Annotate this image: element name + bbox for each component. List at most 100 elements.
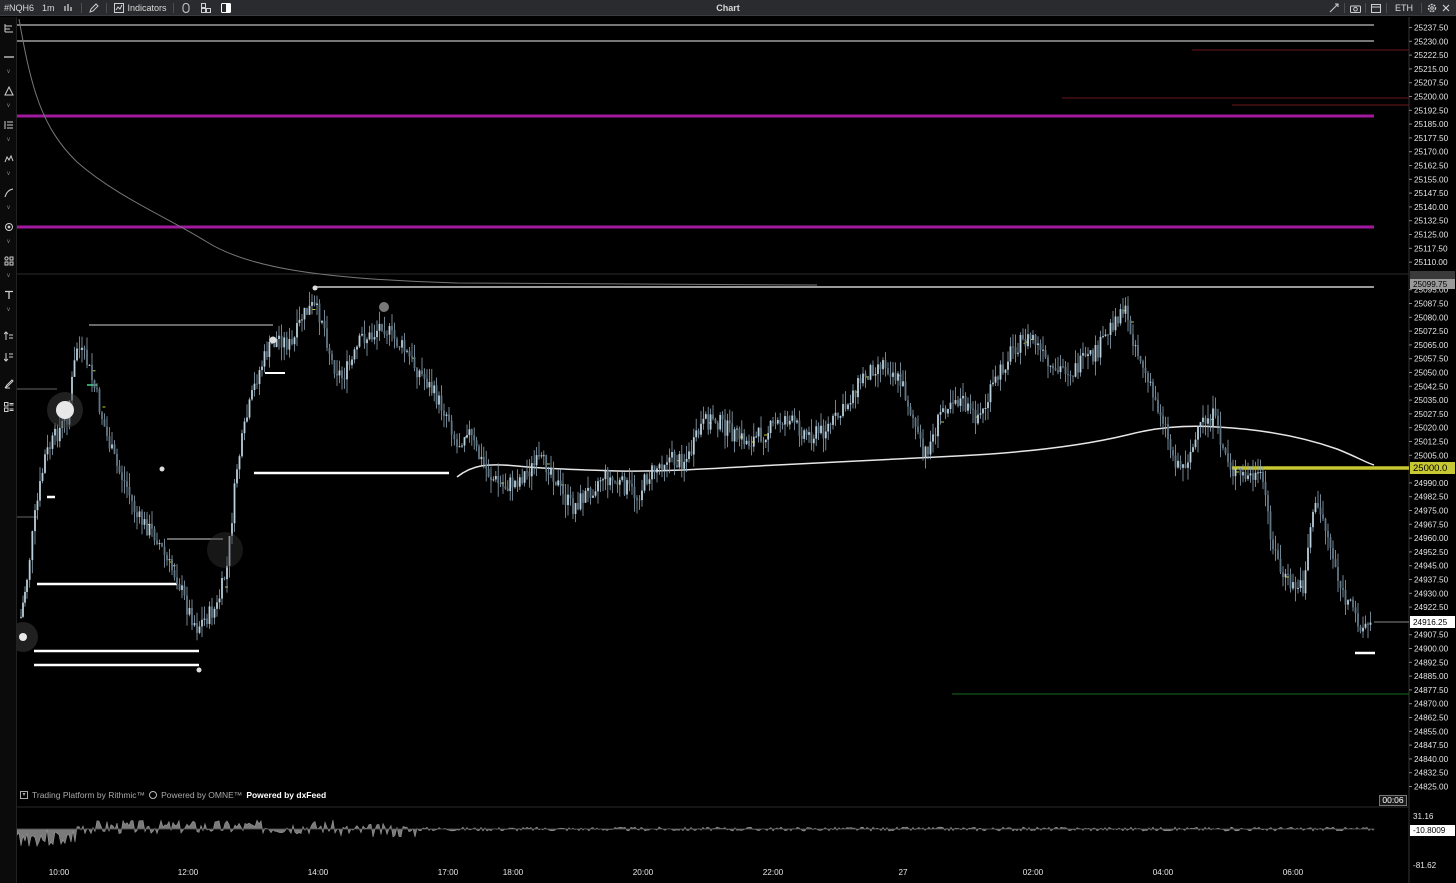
candle-body bbox=[461, 445, 463, 447]
candle-body bbox=[934, 434, 937, 437]
chevron-down-icon[interactable]: v bbox=[4, 239, 13, 245]
candle-body bbox=[967, 403, 969, 411]
drawing-tools-button[interactable] bbox=[84, 0, 104, 16]
candle-body bbox=[251, 390, 253, 400]
candle-body bbox=[435, 385, 438, 405]
layout-button[interactable] bbox=[196, 0, 216, 16]
chevron-down-icon[interactable]: v bbox=[4, 307, 13, 313]
candle-body bbox=[864, 373, 867, 377]
candle-body bbox=[208, 606, 211, 624]
candle-body bbox=[1299, 580, 1302, 588]
candle-body bbox=[456, 439, 458, 447]
candle-body bbox=[889, 373, 892, 377]
candle-body bbox=[1344, 589, 1347, 605]
candle-body bbox=[907, 400, 909, 407]
candle-body bbox=[902, 381, 904, 387]
candle-body bbox=[621, 476, 624, 480]
candle-body bbox=[567, 494, 569, 506]
candle-body bbox=[41, 472, 44, 482]
chevron-down-icon[interactable]: v bbox=[4, 205, 13, 211]
candle-body bbox=[688, 451, 690, 459]
large-trade-bubble[interactable] bbox=[56, 401, 74, 419]
chevron-down-icon[interactable]: v bbox=[4, 103, 13, 109]
candle-body bbox=[1009, 346, 1012, 362]
text-tool-button[interactable] bbox=[1, 288, 16, 301]
candle-body bbox=[932, 434, 934, 442]
candle-body bbox=[306, 307, 308, 315]
candle-body bbox=[398, 346, 401, 348]
replay-button[interactable] bbox=[176, 0, 196, 16]
calendar-icon[interactable] bbox=[1370, 2, 1382, 14]
candle-body bbox=[463, 437, 466, 446]
candle-body bbox=[1119, 309, 1122, 324]
camera-icon[interactable] bbox=[1349, 2, 1361, 14]
large-trade-bubble[interactable] bbox=[207, 532, 243, 568]
shapes-tool-button[interactable] bbox=[1, 254, 16, 267]
chart-type-button[interactable] bbox=[59, 0, 79, 16]
candle-body bbox=[847, 404, 849, 409]
candle-body bbox=[779, 419, 782, 424]
chevron-down-icon[interactable]: v bbox=[4, 69, 13, 75]
chevron-down-icon[interactable]: v bbox=[4, 137, 13, 143]
curve-tool-button[interactable] bbox=[1, 186, 16, 199]
candle-body bbox=[283, 337, 286, 348]
oscillator-max-label: 31.16 bbox=[1413, 812, 1434, 821]
candle-body bbox=[22, 602, 24, 617]
price-axis-label: 24922.50 bbox=[1414, 603, 1449, 612]
panel-toggle-button[interactable] bbox=[216, 0, 236, 16]
candle-body bbox=[116, 453, 118, 466]
close-icon[interactable] bbox=[1440, 2, 1452, 14]
short-position-button[interactable] bbox=[1, 350, 16, 363]
price-axis-label: 25170.00 bbox=[1414, 148, 1449, 157]
candle-body bbox=[810, 432, 813, 444]
candle-body bbox=[1142, 361, 1144, 368]
price-axis-label: 25222.50 bbox=[1414, 51, 1449, 60]
candle-body bbox=[882, 360, 884, 370]
candle-body bbox=[874, 373, 877, 376]
brush-tool-button[interactable] bbox=[1, 377, 16, 390]
candle-body bbox=[633, 486, 636, 499]
candle-body bbox=[418, 370, 421, 378]
candle-body bbox=[450, 420, 453, 435]
fib-tool-button[interactable] bbox=[1, 118, 16, 131]
trade-dot bbox=[196, 667, 202, 673]
indicators-button[interactable]: Indicators bbox=[109, 0, 171, 16]
candle-body bbox=[1234, 468, 1237, 477]
large-trade-bubble[interactable] bbox=[379, 302, 389, 312]
magnet-tool-button[interactable] bbox=[1, 220, 16, 233]
long-position-button[interactable] bbox=[1, 329, 16, 342]
candle-body bbox=[892, 372, 894, 377]
candle-body bbox=[937, 414, 939, 437]
session-selector[interactable]: ETH bbox=[1391, 0, 1417, 16]
candle-body bbox=[1247, 475, 1249, 479]
cursor-tool-icon bbox=[4, 23, 13, 32]
candle-body bbox=[1237, 468, 1239, 470]
symbol-selector[interactable]: #NQH6 bbox=[0, 0, 38, 16]
candle-body bbox=[726, 420, 729, 436]
price-chart[interactable]: 25237.50 25230.00 25222.50 25215.00 25207.50… bbox=[17, 17, 1456, 883]
cursor-tool-button[interactable] bbox=[1, 21, 16, 34]
chevron-down-icon[interactable]: v bbox=[4, 273, 13, 279]
horizontal-line-button[interactable] bbox=[1, 50, 16, 63]
price-axis-label: 25140.00 bbox=[1414, 203, 1449, 212]
large-trade-bubble[interactable] bbox=[19, 633, 27, 641]
time-axis-label: 18:00 bbox=[503, 868, 524, 877]
candle-body bbox=[554, 481, 557, 486]
timeframe-selector[interactable]: 1m bbox=[38, 0, 59, 16]
candle-body bbox=[788, 420, 791, 425]
candle-body bbox=[1327, 530, 1329, 538]
layers-button[interactable] bbox=[1, 400, 16, 413]
candle-body bbox=[1227, 453, 1229, 463]
candle-body bbox=[894, 372, 897, 381]
crosshair-icon[interactable] bbox=[1328, 2, 1340, 14]
chevron-down-icon[interactable]: v bbox=[4, 171, 13, 177]
panel-toggle-icon bbox=[220, 2, 232, 14]
settings-icon[interactable] bbox=[1426, 2, 1438, 14]
price-axis-label: 24960.00 bbox=[1414, 534, 1449, 543]
oscillator-value-label: -10.8009 bbox=[1413, 826, 1446, 835]
pattern-tool-button[interactable] bbox=[1, 152, 16, 165]
triangle-tool-button[interactable] bbox=[1, 84, 16, 97]
candle-body bbox=[311, 302, 313, 306]
candle-body bbox=[1129, 319, 1132, 335]
candle-body bbox=[569, 494, 572, 499]
